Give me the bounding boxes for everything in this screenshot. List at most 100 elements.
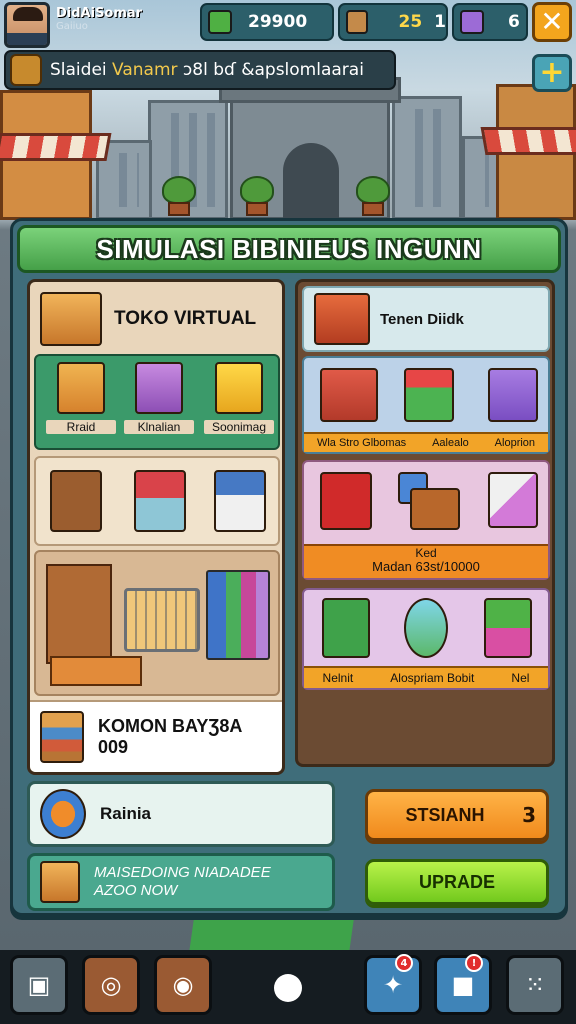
display-case-icon [214,470,266,532]
stock-info-row[interactable]: KOMON BAYƷ8A 009 [30,700,282,772]
status-card[interactable]: Rainia [27,781,335,847]
inventory-button[interactable]: ■ ! [434,954,492,1015]
stock-line-2: 009 [98,737,129,757]
store-building-icon [40,292,102,346]
upgrade-button[interactable]: UPRADE [365,859,549,905]
promo-line-2: AZOO NOW [94,882,178,899]
money-plant-icon [208,10,232,34]
home-indicator[interactable] [274,974,302,1002]
catalog-category-label: Aloprion [494,437,536,449]
shelf-icon [50,470,102,532]
alert-badge: ! [465,954,483,972]
left-shop-stall [0,90,112,220]
category-item[interactable]: Klnalian [124,362,194,434]
snack-box-icon [215,362,263,414]
crate-counter[interactable]: 25 1 [338,3,448,41]
cash-counter[interactable]: 29900 [200,3,334,41]
handbag-icon [410,488,460,530]
news-ticker[interactable]: Slaidei Vanamr ɔ8l bɗ &apslomlaarai [4,50,396,90]
catalog-category-label: Wla Stro Glbomas [316,437,407,449]
package-icon: ■ [451,971,475,999]
gem-counter[interactable]: 6 [452,3,528,41]
book-label: Nel [511,671,530,685]
news-highlight: Vanamr [112,60,178,80]
shop-awning [480,127,576,155]
bottom-navigation-bar: ▣ ◎ ◉ ✦ 4 ■ ! ⁙ [0,950,576,1024]
add-button[interactable]: + [532,54,572,92]
category-item[interactable]: Soonimag [204,362,274,434]
right-shop-stall [480,84,576,220]
promo-card[interactable]: MAISEDOING NIADADEE AZOO NOW [27,853,335,911]
book-label: Nelnit [322,671,354,685]
tools-button[interactable]: ✦ 4 [364,954,422,1015]
product-catalog-card: Tenen Diidk Wla Stro Glbomas Aalealo Alo… [295,279,555,767]
folder-button[interactable]: ▣ [10,955,68,1015]
folder-icon: ▣ [27,971,51,999]
crate-icon [346,10,369,34]
camera-button[interactable]: ◉ [154,955,212,1015]
target-icon: ◎ [100,971,122,999]
player-avatar[interactable] [4,2,50,48]
shop-icon [10,54,42,86]
status-label: Rainia [100,804,152,823]
category-item[interactable]: Rraid [46,362,116,434]
close-button[interactable]: ✕ [532,2,572,42]
store-interior-illustration [34,550,280,696]
stock-line-1: KOMON BAYƷ8A [98,716,243,736]
menu-button[interactable]: ⁙ [506,955,564,1015]
coin-pouch-icon [40,789,86,839]
accessory-card[interactable]: Ked Madan 63st/10000 [302,460,550,580]
player-name: DidAiSomar [56,6,143,21]
books-labels: Nelnit Alospriam Bobit Nel [304,666,548,688]
panel-title: SIMULASI BIBINIEUS INGUNN [96,233,482,264]
catalog-category-labels: Wla Stro Glbomas Aalealo Aloprion [304,432,548,452]
books-card[interactable]: Nelnit Alospriam Bobit Nel [302,588,550,690]
green-road-strip [189,912,355,952]
grid-menu-icon: ⁙ [524,971,546,999]
briefcase-icon [320,368,378,422]
player-info: DidAiSomar Gaiiuo [56,6,142,32]
start-label: STSIANH [405,804,485,825]
upgrade-label: UPRADE [418,871,495,892]
player-subtitle: Gaiiuo [56,21,88,32]
book-label: Alospriam Bobit [390,671,475,685]
news-prefix: Slaidei [50,60,107,80]
fan-icon [488,472,538,528]
crate-stack [50,656,142,686]
category-label: Klnalian [124,420,194,434]
close-icon: ✕ [540,5,564,38]
virtual-store-header: TOKO VIRTUAL [34,286,280,352]
crate-value-a: 25 [398,12,423,32]
promo-line-1: MAISEDOING NIADADEE [94,864,271,881]
virtual-store-card[interactable]: TOKO VIRTUAL Rraid Klnalian Soonimag KOM… [27,279,285,775]
star-bag-icon [484,598,532,658]
catalog-category-row[interactable]: Wla Stro Glbomas Aalealo Aloprion [302,356,550,454]
wooden-box-icon [40,861,80,903]
gift-box-icon [314,293,370,345]
potted-plant [356,176,390,216]
flower-icon [404,598,448,658]
camera-icon: ◉ [172,971,194,999]
accessory-line-1: Ked [415,546,437,560]
virtual-store-title: TOKO VIRTUAL [114,308,257,329]
store-items-row [34,456,280,546]
business-sim-panel: SIMULASI BIBINIEUS INGUNN TOKO VIRTUAL R… [10,218,568,916]
stacked-books-icon [40,711,84,763]
category-label: Rraid [46,420,116,434]
potted-plant [240,176,274,216]
start-count: 3 [522,803,536,827]
product-box-icon [57,362,105,414]
potted-plant-icon [134,470,186,532]
top-hud: DidAiSomar Gaiiuo 29900 25 1 6 ✕ [0,0,576,48]
catalog-header[interactable]: Tenen Diidk [302,286,550,352]
gem-value: 6 [508,12,520,32]
accessory-info-strip: Ked Madan 63st/10000 [304,544,548,578]
green-book-icon [322,598,370,658]
start-button[interactable]: STSIANH 3 [365,789,549,841]
badge-button[interactable]: ◎ [82,955,140,1015]
catalog-title: Tenen Diidk [380,310,464,328]
product-shelf [46,564,112,664]
background-building [392,96,462,220]
catalog-category-label: Aalealo [432,437,469,449]
temple-door [283,143,339,223]
